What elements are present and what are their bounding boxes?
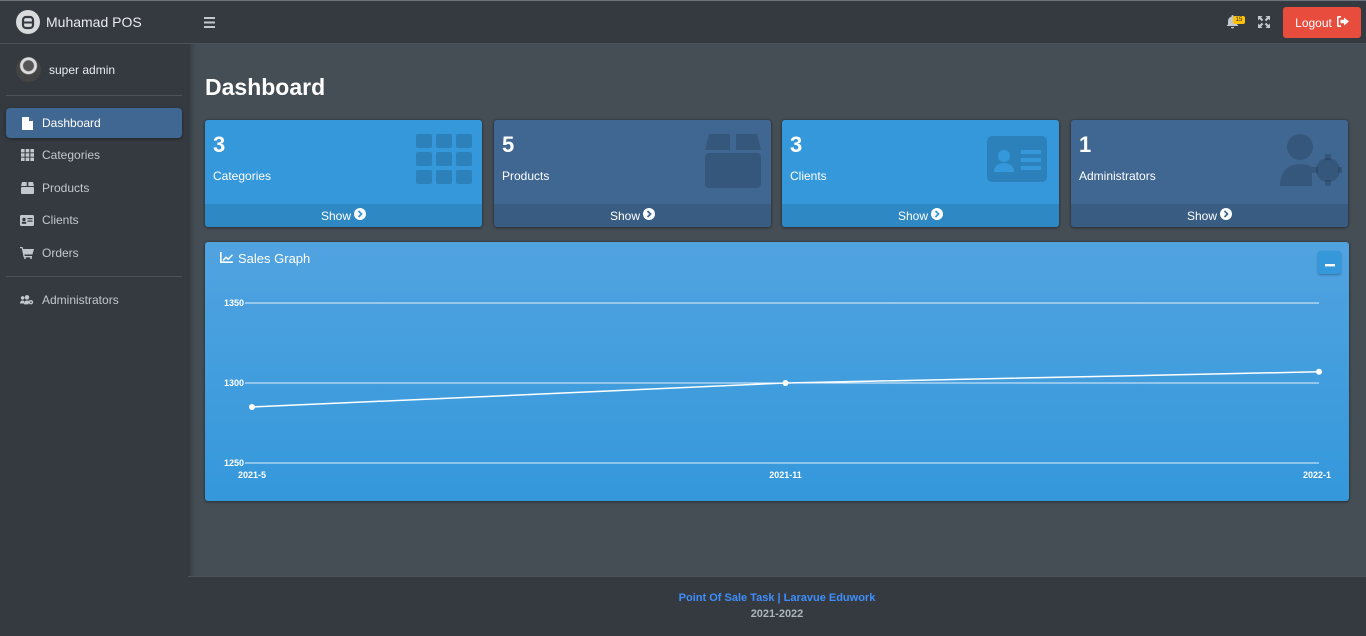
collapse-button[interactable] xyxy=(1318,251,1341,274)
sidebar-nav: Dashboard Categories Products Clients Or… xyxy=(0,96,188,315)
data-point xyxy=(249,404,255,410)
brand-name: Muhamad POS xyxy=(46,14,142,30)
sidebar-item-label: Clients xyxy=(42,213,79,228)
sidebar-item-label: Administrators xyxy=(42,292,119,307)
x-tick-label: 2021-5 xyxy=(238,470,266,480)
user-panel[interactable]: super admin xyxy=(6,44,182,96)
show-label: Show xyxy=(609,208,641,223)
sidebar: Muhamad POS super admin Dashboard Catego… xyxy=(0,0,188,636)
data-point xyxy=(1316,368,1322,375)
avatar xyxy=(16,57,41,82)
arrow-circle-right-icon xyxy=(931,208,944,223)
grid-icon xyxy=(416,134,472,188)
sales-graph-title: Sales Graph xyxy=(238,251,311,266)
show-label: Show xyxy=(897,208,929,223)
stat-box-categories: 3 Categories Show xyxy=(205,120,482,227)
footer-link[interactable]: Point Of Sale Task | Laravue Eduwork xyxy=(188,592,1366,604)
sidebar-item-clients[interactable]: Clients xyxy=(6,205,182,235)
show-label: Show xyxy=(320,208,352,223)
user-name: super admin xyxy=(49,62,116,77)
sidebar-item-label: Products xyxy=(42,180,90,195)
cart-icon xyxy=(20,246,34,260)
stat-box-products: 5 Products Show xyxy=(494,120,771,227)
grid-icon xyxy=(20,148,34,162)
arrow-circle-right-icon xyxy=(1220,208,1233,223)
stat-show-link[interactable]: Show xyxy=(782,204,1059,227)
arrow-circle-right-icon xyxy=(354,208,367,223)
y-tick-label: 1250 xyxy=(224,458,244,468)
box-icon xyxy=(705,134,761,188)
user-cog-icon xyxy=(1280,134,1342,188)
id-card-icon xyxy=(987,134,1049,188)
stat-value: 3 xyxy=(790,132,803,157)
sign-out-icon xyxy=(1336,15,1349,30)
topbar: 15 Logout xyxy=(188,0,1366,44)
sales-line-chart: 1250 1300 1350 2021-5 2021-11 2022-1 xyxy=(224,298,1331,480)
sidebar-divider xyxy=(6,275,182,277)
file-icon xyxy=(20,116,34,130)
stat-value: 1 xyxy=(1079,132,1092,157)
x-tick-label: 2021-11 xyxy=(769,470,802,480)
stat-label: Categories xyxy=(213,169,272,183)
y-tick-label: 1350 xyxy=(224,298,244,308)
logout-label: Logout xyxy=(1295,15,1332,30)
page-title: Dashboard xyxy=(205,74,326,100)
stat-value: 3 xyxy=(213,132,226,157)
stat-label: Products xyxy=(502,169,550,183)
hamburger-menu-icon[interactable] xyxy=(204,15,216,28)
y-tick-label: 1300 xyxy=(224,378,244,388)
stat-show-link[interactable]: Show xyxy=(205,204,482,227)
sidebar-item-label: Orders xyxy=(42,245,79,260)
id-card-icon xyxy=(20,213,34,227)
users-cog-icon xyxy=(20,293,34,307)
stat-show-link[interactable]: Show xyxy=(1071,204,1348,227)
logout-button[interactable]: Logout xyxy=(1283,7,1361,38)
main-content: Dashboard 3 Categories Show 5 Products S… xyxy=(188,44,1366,576)
box-icon xyxy=(20,181,34,195)
chart-line-icon xyxy=(220,251,233,266)
notification-badge: 15 xyxy=(1233,16,1245,24)
data-point xyxy=(782,380,789,386)
sidebar-item-dashboard[interactable]: Dashboard xyxy=(6,108,182,138)
arrow-circle-right-icon xyxy=(643,208,656,223)
x-tick-label: 2022-1 xyxy=(1303,470,1331,480)
sidebar-item-categories[interactable]: Categories xyxy=(6,140,182,170)
sidebar-item-administrators[interactable]: Administrators xyxy=(6,285,182,315)
sidebar-item-label: Categories xyxy=(42,148,101,163)
stat-label: Clients xyxy=(790,169,827,183)
footer-year: 2021-2022 xyxy=(750,608,804,620)
brand-logo xyxy=(16,10,40,34)
fullscreen-icon[interactable] xyxy=(1258,15,1272,29)
stat-box-clients: 3 Clients Show xyxy=(782,120,1059,227)
stat-show-link[interactable]: Show xyxy=(494,204,771,227)
footer: Point Of Sale Task | Laravue Eduwork 202… xyxy=(188,576,1366,636)
show-label: Show xyxy=(1186,208,1218,223)
sidebar-item-products[interactable]: Products xyxy=(6,173,182,203)
stat-value: 5 xyxy=(502,132,515,157)
stat-box-administrators: 1 Administrators Show xyxy=(1071,120,1348,227)
series-line xyxy=(251,371,1320,408)
stat-label: Administrators xyxy=(1079,169,1156,183)
sidebar-item-label: Dashboard xyxy=(42,116,101,130)
brand[interactable]: Muhamad POS xyxy=(0,0,188,44)
sidebar-item-orders[interactable]: Orders xyxy=(6,238,182,268)
minus-icon xyxy=(1324,254,1335,272)
sales-graph-card: 1250 1300 1350 2021-5 2021-11 2022-1 Sales Gr… xyxy=(205,242,1349,501)
sales-graph-header: Sales Graph xyxy=(220,251,310,266)
